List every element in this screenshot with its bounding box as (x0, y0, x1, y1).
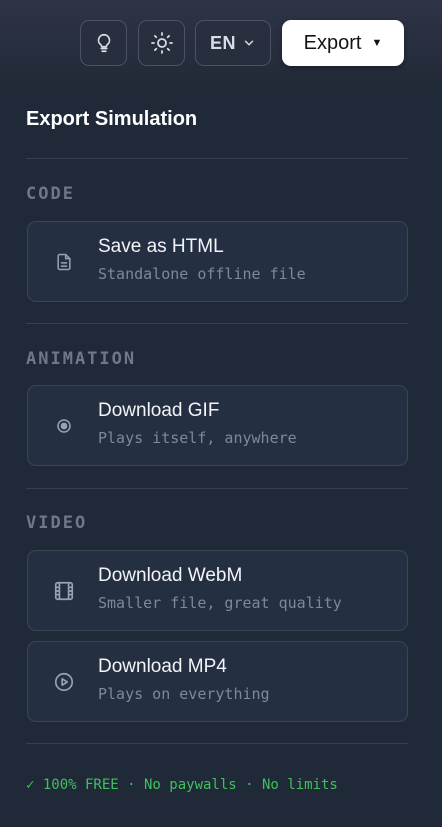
idea-button[interactable] (80, 20, 127, 66)
lightbulb-icon (97, 33, 110, 53)
card-subtitle: Smaller file, great quality (98, 594, 342, 612)
download-webm-button[interactable]: Download WebM Smaller file, great qualit… (27, 550, 408, 631)
theme-toggle-button[interactable] (138, 20, 185, 66)
radio-dot-icon (52, 414, 76, 438)
card-title: Download WebM (98, 565, 243, 586)
card-title: Save as HTML (98, 236, 224, 257)
card-title: Download GIF (98, 400, 220, 421)
export-label: Export (303, 31, 362, 54)
play-circle-icon (52, 670, 76, 694)
download-mp4-button[interactable]: Download MP4 Plays on everything (27, 641, 408, 722)
card-subtitle: Plays itself, anywhere (98, 429, 297, 447)
divider (26, 158, 408, 159)
divider (26, 323, 408, 324)
card-subtitle: Standalone offline file (98, 265, 306, 283)
film-icon (52, 579, 76, 603)
divider (26, 488, 408, 489)
divider (26, 743, 408, 744)
export-panel: Export Simulation CODE Save as HTML Stan… (0, 84, 442, 827)
file-icon (52, 250, 76, 274)
card-subtitle: Plays on everything (98, 685, 270, 703)
caret-down-icon: ▼ (371, 37, 383, 49)
download-gif-button[interactable]: Download GIF Plays itself, anywhere (27, 385, 408, 466)
export-button[interactable]: Export ▼ (282, 20, 404, 66)
section-label-code: CODE (26, 184, 75, 204)
free-notice: ✓ 100% FREE · No paywalls · No limits (26, 777, 338, 793)
section-label-animation: ANIMATION (26, 349, 137, 369)
chevron-down-icon (244, 40, 254, 46)
language-select[interactable]: EN (195, 20, 271, 66)
card-title: Download MP4 (98, 656, 227, 677)
language-label: EN (209, 32, 236, 53)
panel-title: Export Simulation (26, 108, 198, 130)
top-bar: EN Export ▼ (0, 0, 442, 84)
section-label-video: VIDEO (26, 513, 88, 533)
sun-icon (150, 32, 173, 54)
save-html-button[interactable]: Save as HTML Standalone offline file (27, 221, 408, 302)
